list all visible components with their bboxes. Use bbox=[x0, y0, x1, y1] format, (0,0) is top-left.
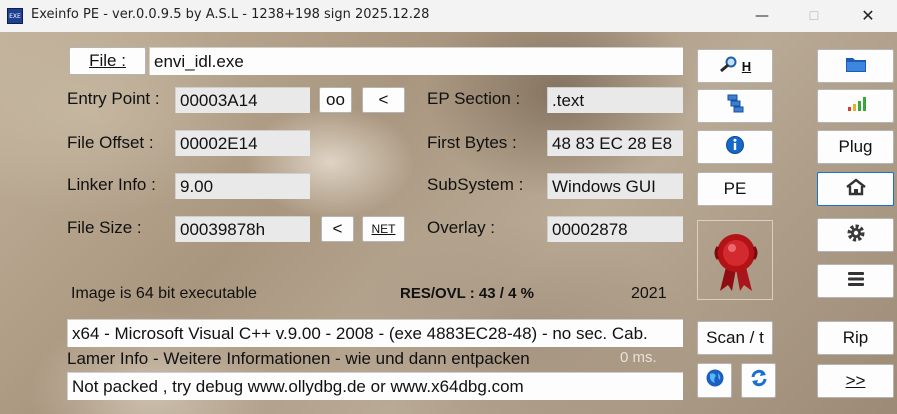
net-button[interactable]: NET bbox=[362, 216, 405, 242]
home-icon bbox=[845, 177, 867, 201]
refresh-icon bbox=[749, 368, 769, 393]
gear-icon bbox=[846, 223, 866, 248]
file-button-label: File : bbox=[89, 51, 126, 70]
seal-panel bbox=[697, 220, 773, 300]
linker-info-field[interactable]: 9.00 bbox=[175, 173, 310, 199]
sections-button[interactable] bbox=[697, 89, 773, 123]
h-label: H bbox=[741, 58, 752, 74]
info-icon bbox=[725, 135, 745, 160]
first-bytes-field[interactable]: 48 83 EC 28 E8 bbox=[547, 130, 683, 156]
folder-icon bbox=[845, 55, 867, 78]
first-bytes-label: First Bytes : bbox=[427, 133, 517, 152]
file-offset-field[interactable]: 00002E14 bbox=[175, 130, 310, 156]
menu-button[interactable] bbox=[817, 264, 894, 298]
wax-seal-icon bbox=[708, 229, 764, 298]
home-button[interactable] bbox=[817, 172, 894, 206]
subsystem-field[interactable]: Windows GUI bbox=[547, 173, 683, 199]
file-size-field[interactable]: 00039878h bbox=[175, 216, 310, 242]
main-panel: File : envi_idl.exe Entry Point : 00003A… bbox=[0, 32, 897, 414]
pe-button[interactable]: PE bbox=[697, 172, 773, 206]
res-ovl-text: RES/OVL : 43 / 4 % bbox=[400, 285, 534, 302]
menu-icon bbox=[846, 271, 866, 292]
entry-point-arrow-button[interactable]: < bbox=[362, 87, 405, 113]
file-offset-label: File Offset : bbox=[67, 133, 154, 152]
ep-section-field[interactable]: .text bbox=[547, 87, 683, 113]
window-title: Exeinfo PE - ver.0.0.9.5 by A.S.L - 1238… bbox=[31, 7, 430, 22]
ep-section-label: EP Section : bbox=[427, 89, 521, 108]
entry-point-field[interactable]: 00003A14 bbox=[175, 87, 310, 113]
open-folder-button[interactable] bbox=[817, 49, 894, 83]
app-icon: EXE bbox=[7, 8, 23, 24]
oo-button[interactable]: oo bbox=[319, 87, 352, 113]
file-button[interactable]: File : bbox=[69, 47, 146, 75]
info-button[interactable] bbox=[697, 130, 773, 164]
bar-chart-icon bbox=[846, 96, 866, 117]
image-bits-text: Image is 64 bit executable bbox=[71, 285, 257, 302]
stats-button[interactable] bbox=[817, 89, 894, 123]
next-label: >> bbox=[845, 371, 866, 390]
web-button[interactable] bbox=[697, 363, 732, 398]
elapsed-time-text: 0 ms. bbox=[620, 349, 657, 366]
minimize-button[interactable]: — bbox=[739, 0, 785, 32]
file-size-arrow-button[interactable]: < bbox=[321, 216, 354, 242]
file-size-label: File Size : bbox=[67, 218, 142, 237]
plug-button[interactable]: Plug bbox=[817, 130, 894, 164]
overlay-label: Overlay : bbox=[427, 218, 496, 237]
magnifier-icon bbox=[719, 56, 739, 77]
next-button[interactable]: >> bbox=[817, 364, 894, 398]
year-text: 2021 bbox=[631, 285, 667, 302]
scan-button[interactable]: Scan / t bbox=[697, 321, 773, 355]
lamer-info-text: Lamer Info - Weitere Informationen - wie… bbox=[67, 349, 530, 368]
close-button[interactable]: ✕ bbox=[845, 0, 891, 32]
title-bar: EXE Exeinfo PE - ver.0.0.9.5 by A.S.L - … bbox=[0, 0, 897, 32]
linker-info-label: Linker Info : bbox=[67, 175, 156, 194]
search-h-button[interactable]: H bbox=[697, 49, 773, 83]
globe-icon bbox=[705, 368, 725, 393]
net-button-label: NET bbox=[371, 222, 396, 236]
detection-result-field[interactable]: x64 - Microsoft Visual C++ v.9.00 - 2008… bbox=[67, 319, 683, 347]
rip-button[interactable]: Rip bbox=[817, 321, 894, 355]
sections-list-icon bbox=[726, 94, 744, 119]
entry-point-label: Entry Point : bbox=[67, 89, 160, 108]
settings-button[interactable] bbox=[817, 218, 894, 252]
refresh-button[interactable] bbox=[741, 363, 776, 398]
subsystem-label: SubSystem : bbox=[427, 175, 524, 194]
hint-field[interactable]: Not packed , try debug www.ollydbg.de or… bbox=[67, 372, 683, 400]
maximize-button: ☐ bbox=[808, 9, 820, 23]
rip-label: Rip bbox=[842, 328, 869, 347]
file-path-field[interactable]: envi_idl.exe bbox=[149, 47, 683, 75]
exeinfo-window: EXE Exeinfo PE - ver.0.0.9.5 by A.S.L - … bbox=[0, 0, 897, 414]
overlay-field[interactable]: 00002878 bbox=[547, 216, 683, 242]
